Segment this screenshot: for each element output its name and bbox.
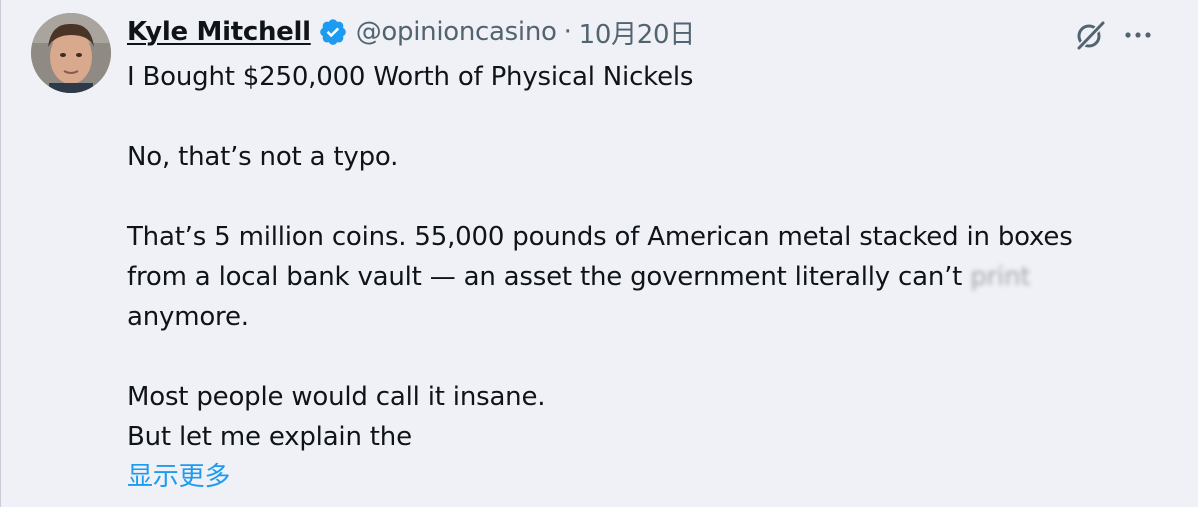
blurred-word: print bbox=[970, 262, 1031, 292]
author-handle[interactable]: @opinioncasino bbox=[356, 17, 557, 47]
tweet-line: But let me explain the bbox=[127, 422, 412, 452]
tweet-line: No, that’s not a typo. bbox=[127, 142, 399, 172]
tweet-line: anymore. bbox=[127, 302, 249, 332]
show-more-link[interactable]: 显示更多 bbox=[127, 457, 1167, 497]
tweet-text: I Bought $250,000 Worth of Physical Nick… bbox=[127, 57, 1167, 497]
tweet-line: I Bought $250,000 Worth of Physical Nick… bbox=[127, 62, 694, 92]
verified-badge-icon bbox=[318, 17, 348, 47]
tweet-line-text: from a local bank vault — an asset the g… bbox=[127, 262, 971, 292]
tweet-date[interactable]: 10月20日 bbox=[579, 14, 696, 51]
grok-icon[interactable] bbox=[1073, 18, 1107, 52]
avatar-image bbox=[31, 13, 111, 93]
tweet-line: That’s 5 million coins. 55,000 pounds of… bbox=[127, 222, 1073, 252]
more-options-icon[interactable] bbox=[1123, 25, 1153, 45]
separator-dot: · bbox=[563, 17, 572, 47]
tweet-line: from a local bank vault — an asset the g… bbox=[127, 257, 1167, 297]
tweet-card: Kyle Mitchell @opinioncasino · 10月20日 I … bbox=[0, 0, 1198, 507]
tweet-line: Most people would call it insane. bbox=[127, 382, 546, 412]
tweet-actions bbox=[1073, 18, 1153, 52]
author-name[interactable]: Kyle Mitchell bbox=[127, 17, 311, 47]
avatar[interactable] bbox=[31, 13, 111, 93]
tweet-header: Kyle Mitchell @opinioncasino · 10月20日 bbox=[127, 14, 695, 50]
